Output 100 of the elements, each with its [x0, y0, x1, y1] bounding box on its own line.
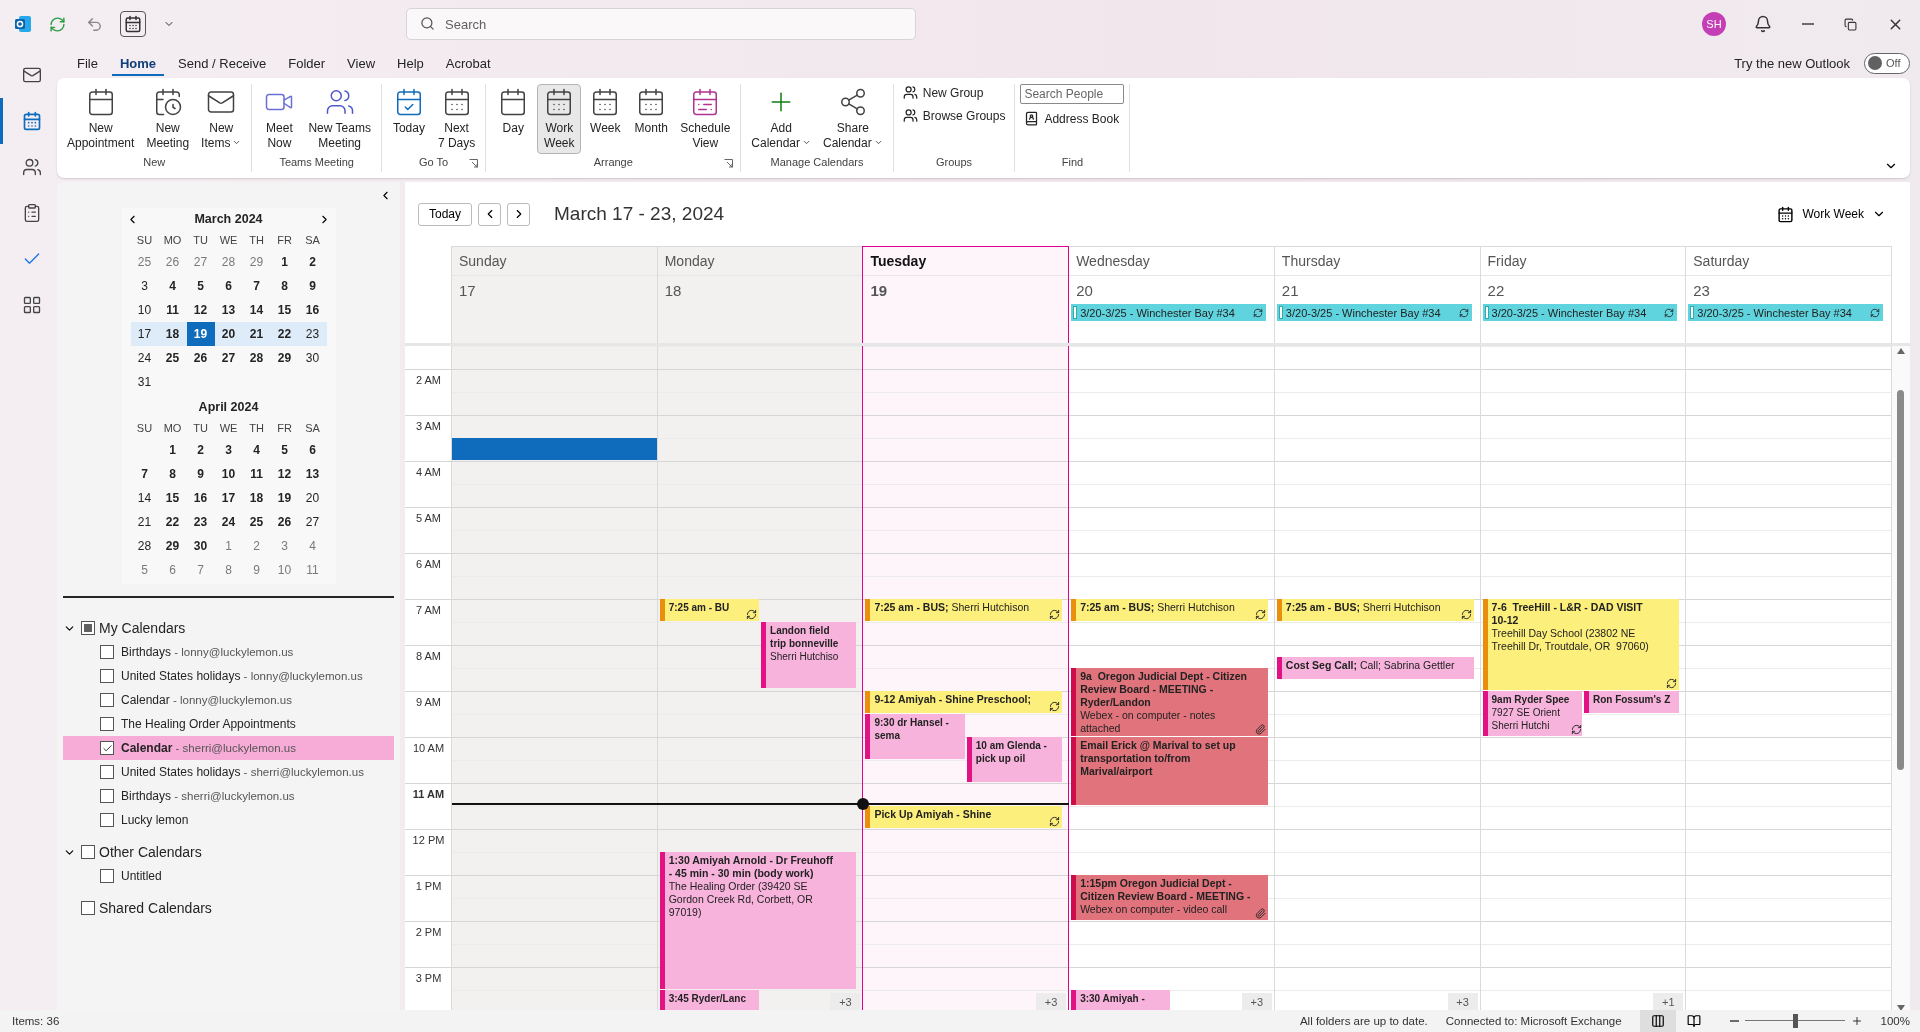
calendar-event[interactable]: 3:30 Amiyah -: [1071, 990, 1171, 1010]
selected-calendar-row[interactable]: Calendar - sherri@luckylemon.us: [63, 736, 394, 760]
calendar-checkbox[interactable]: [100, 645, 114, 659]
menu-tab[interactable]: Home: [111, 50, 165, 76]
menu-tab[interactable]: Acrobat: [437, 50, 499, 76]
mini-calendar-day[interactable]: 4: [158, 274, 187, 298]
calendar-event[interactable]: 1:30 Amiyah Arnold - Dr Freuhoff - 45 min - 30 min (body work) The Healing Order (39420 SE Gordon Creek Rd, Corbett, OR 97019): [659, 852, 857, 989]
calendar-event[interactable]: Email Erick @ Marival to set up transportation to/from Marival/airport: [1071, 737, 1268, 805]
previous-button[interactable]: [478, 202, 502, 226]
ribbon-button[interactable]: New Group: [898, 84, 988, 101]
all-day-event[interactable]: 3/20-3/25 - Winchester Bay #34: [1482, 304, 1678, 321]
new-outlook-toggle[interactable]: Off: [1864, 52, 1910, 74]
group-checkbox[interactable]: [81, 621, 95, 635]
mini-calendar-day[interactable]: 7: [186, 558, 215, 582]
menu-tab[interactable]: View: [339, 50, 384, 76]
mini-calendar-day[interactable]: 3: [270, 534, 299, 558]
ribbon-button[interactable]: Next 7 Days: [432, 84, 481, 154]
calendar-event[interactable]: 1:15pm Oregon Judicial Dept - Citizen Review Board - MEETING - Webex on computer - video call: [1071, 875, 1268, 920]
more-events-button[interactable]: +3: [1036, 993, 1067, 1010]
ribbon-button[interactable]: New Teams Meeting: [303, 84, 376, 154]
mini-calendar-day[interactable]: 22: [270, 322, 299, 346]
mini-calendar-day[interactable]: 9: [298, 274, 327, 298]
ribbon-button[interactable]: Week: [583, 84, 628, 139]
mini-calendar-day[interactable]: 4: [242, 438, 271, 462]
all-day-event[interactable]: 3/20-3/25 - Winchester Bay #34: [1276, 304, 1472, 321]
mini-calendar-day[interactable]: 21: [130, 510, 159, 534]
calendar-event[interactable]: 7:25 am - BUS; Sherri Hutchison: [865, 599, 1063, 621]
calendar-event[interactable]: 7:25 am - BU: [659, 599, 760, 621]
menu-tab[interactable]: Folder: [280, 50, 334, 76]
calendar-name[interactable]: Lucky lemon: [121, 813, 189, 827]
calendar-name[interactable]: Calendar - lonny@luckylemon.us: [121, 693, 292, 707]
mini-calendar-day[interactable]: 21: [242, 322, 271, 346]
mini-calendar-day[interactable]: 29: [270, 346, 299, 370]
mini-calendar-day[interactable]: 11: [242, 462, 271, 486]
calendar-event[interactable]: 9am Ryder Spee 7927 SE Orient Sherri Hutchi: [1482, 691, 1582, 736]
mini-calendar-day[interactable]: 16: [186, 486, 215, 510]
calendar-name[interactable]: Birthdays - sherri@luckylemon.us: [121, 789, 295, 803]
restore-button[interactable]: [1842, 15, 1859, 33]
mini-calendar-day[interactable]: 29: [242, 250, 271, 274]
search-people-field[interactable]: Search People: [1020, 84, 1125, 104]
ribbon-button[interactable]: Meet Now: [257, 84, 302, 154]
mini-calendar-day[interactable]: 22: [158, 510, 187, 534]
all-day-event[interactable]: 3/20-3/25 - Winchester Bay #34: [1071, 304, 1266, 321]
calendar-checkbox[interactable]: [100, 669, 114, 683]
calendar-checkbox[interactable]: [100, 693, 114, 707]
mini-calendar-day[interactable]: 27: [214, 346, 243, 370]
ribbon-button[interactable]: Browse Groups: [898, 107, 1010, 124]
mini-calendar-day[interactable]: 13: [214, 298, 243, 322]
all-day-event[interactable]: 3/20-3/25 - Winchester Bay #34: [1688, 304, 1883, 321]
calendar-event[interactable]: Landon field trip bonneville Sherri Hutchiso: [761, 622, 857, 688]
calendar-name[interactable]: Birthdays - lonny@luckylemon.us: [121, 645, 294, 659]
mini-calendar-day[interactable]: 19: [186, 322, 215, 346]
next-button[interactable]: [507, 202, 531, 226]
mini-calendar-day[interactable]: 26: [158, 250, 187, 274]
mini-calendar-day[interactable]: 18: [242, 486, 271, 510]
calendar-event[interactable]: Pick Up Amiyah - Shine: [865, 806, 1063, 828]
mini-calendar-day[interactable]: 6: [214, 274, 243, 298]
mini-calendar-day[interactable]: 13: [298, 462, 327, 486]
calendar-name[interactable]: United States holidays - sherri@luckylemon.us: [121, 765, 364, 779]
mini-calendar-day[interactable]: 3: [130, 274, 159, 298]
mini-calendar-day[interactable]: 11: [158, 298, 187, 322]
mini-calendar-day[interactable]: 5: [270, 438, 299, 462]
launcher-icon[interactable]: [724, 159, 734, 168]
ribbon-button[interactable]: New Meeting: [141, 84, 195, 154]
calendar-name[interactable]: United States holidays - lonny@luckylemon.us: [121, 669, 363, 683]
mini-calendar-day[interactable]: 14: [242, 298, 271, 322]
mini-calendar-day[interactable]: 17: [214, 486, 243, 510]
group-checkbox[interactable]: [81, 845, 95, 859]
mini-calendar-day[interactable]: 9: [186, 462, 215, 486]
mini-calendar-day[interactable]: 23: [186, 510, 215, 534]
search-field[interactable]: Search: [406, 8, 916, 40]
calendar-checkbox[interactable]: [100, 869, 114, 883]
mini-calendar-day[interactable]: 20: [298, 486, 327, 510]
ribbon-button[interactable]: Schedule View: [675, 84, 736, 154]
mini-calendar-day[interactable]: 1: [270, 250, 299, 274]
calendar-event[interactable]: 9-12 Amiyah - Shine Preschool;: [865, 691, 1063, 713]
mini-calendar-day[interactable]: 31: [130, 370, 159, 394]
ribbon-button[interactable]: Address Book: [1020, 110, 1124, 127]
menu-tab[interactable]: File: [69, 50, 106, 76]
calendar-checkbox[interactable]: [100, 813, 114, 827]
view-switcher[interactable]: Work Week: [1771, 204, 1892, 224]
mini-calendar-day[interactable]: 29: [158, 534, 187, 558]
menu-tab[interactable]: Send / Receive: [170, 50, 275, 76]
calendar-name[interactable]: Untitled: [121, 869, 162, 883]
mini-calendar-day[interactable]: 25: [130, 250, 159, 274]
mini-calendar-day[interactable]: 6: [298, 438, 327, 462]
mini-calendar-day[interactable]: 28: [242, 346, 271, 370]
calendar-name[interactable]: Calendar - sherri@luckylemon.us: [121, 741, 296, 755]
calendar-checkbox[interactable]: [100, 789, 114, 803]
mini-calendar-day[interactable]: 23: [298, 322, 327, 346]
mini-calendar-day[interactable]: 16: [298, 298, 327, 322]
calendar-button[interactable]: [120, 11, 146, 37]
mini-calendar-day[interactable]: 10: [214, 462, 243, 486]
calendar-event[interactable]: Ron Fossum's Z: [1583, 691, 1680, 713]
mini-calendar-day[interactable]: 15: [158, 486, 187, 510]
mini-calendar-day[interactable]: 27: [298, 510, 327, 534]
mini-calendar-day[interactable]: 10: [130, 298, 159, 322]
ribbon-button[interactable]: Add Calendar: [746, 84, 816, 154]
ribbon-button[interactable]: Work Week: [537, 84, 582, 154]
calendar-event[interactable]: 7:25 am - BUS; Sherri Hutchison: [1276, 599, 1474, 621]
